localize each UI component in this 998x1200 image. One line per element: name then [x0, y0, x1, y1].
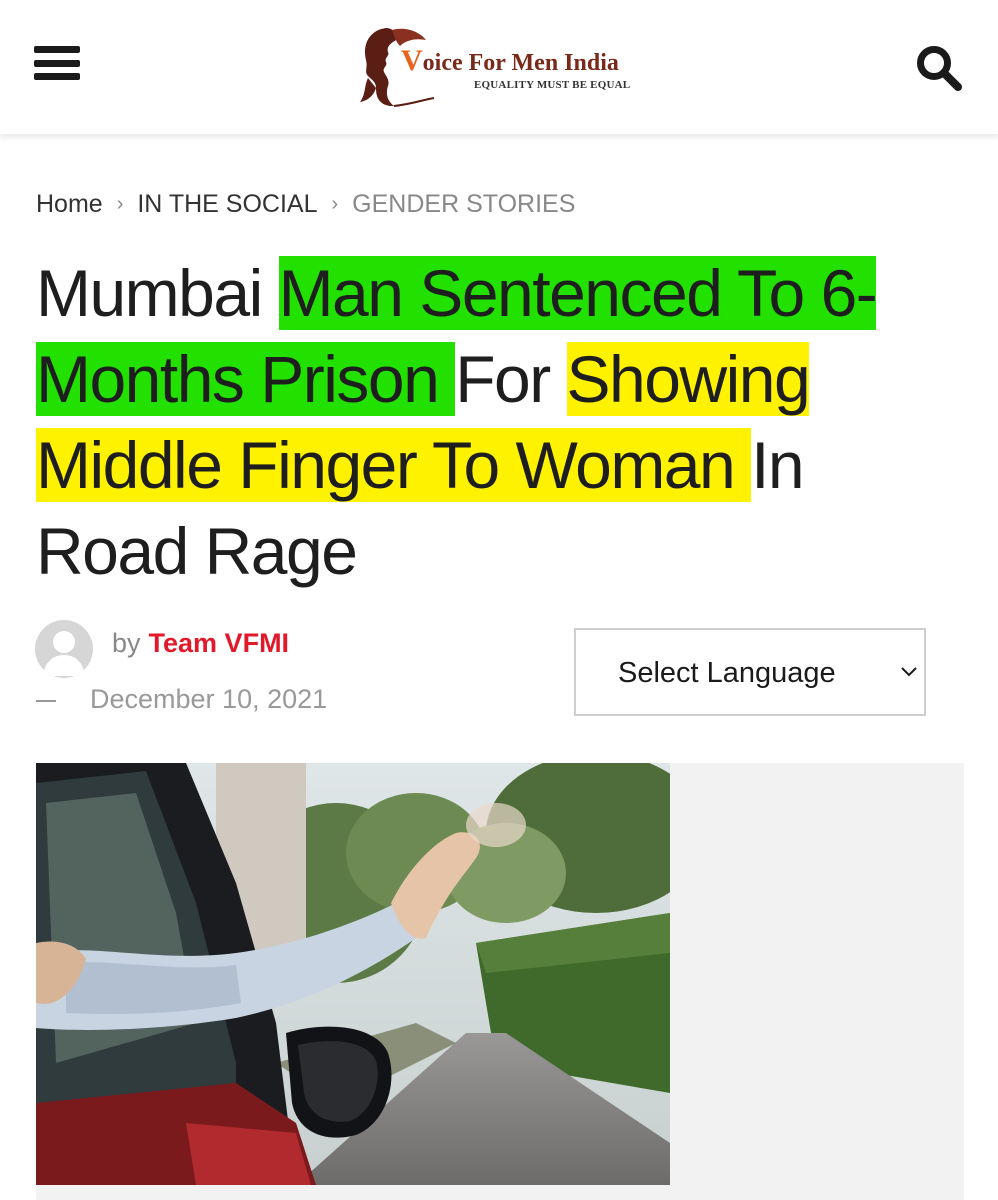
date-text: December 10, 2021: [90, 684, 328, 714]
byline: by Team VFMI: [112, 628, 289, 659]
title-part: For: [455, 342, 567, 416]
breadcrumb: Home › IN THE SOCIAL › GENDER STORIES: [36, 190, 575, 219]
title-part: Mumbai: [36, 256, 279, 330]
breadcrumb-in-the-social[interactable]: IN THE SOCIAL: [137, 190, 317, 219]
author-link[interactable]: Team VFMI: [149, 628, 290, 658]
site-logo[interactable]: Voice For Men India EQUALITY MUST BE EQU…: [356, 22, 646, 108]
logo-tagline: EQUALITY MUST BE EQUAL: [474, 79, 631, 91]
byline-label: by: [112, 628, 141, 658]
chevron-right-icon: ›: [116, 193, 124, 215]
article-title: Mumbai Man Sentenced To 6-Months Prison …: [36, 250, 966, 594]
hamburger-menu-icon[interactable]: [34, 46, 80, 84]
logo-title: Voice For Men India: [401, 44, 619, 77]
language-select[interactable]: Select Language: [574, 628, 926, 716]
language-select-value: Select Language: [618, 657, 836, 689]
breadcrumb-home[interactable]: Home: [36, 190, 103, 219]
search-icon[interactable]: [914, 44, 966, 92]
chevron-down-icon: [901, 667, 917, 677]
breadcrumb-gender-stories[interactable]: GENDER STORIES: [352, 190, 575, 219]
featured-image: [36, 763, 670, 1185]
post-date: December 10, 2021: [36, 684, 327, 715]
chevron-right-icon: ›: [331, 193, 339, 215]
site-header: Voice For Men India EQUALITY MUST BE EQU…: [0, 0, 998, 134]
featured-image-area: [36, 763, 964, 1200]
author-avatar-icon[interactable]: [35, 620, 93, 678]
date-dash: [36, 699, 56, 702]
